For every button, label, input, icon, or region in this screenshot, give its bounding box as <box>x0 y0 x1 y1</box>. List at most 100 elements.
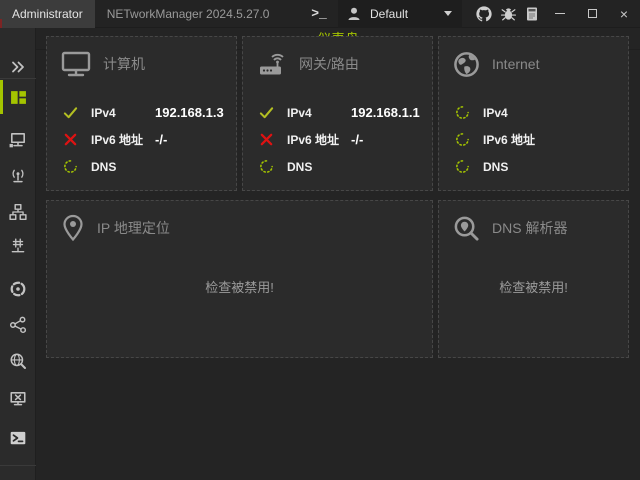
card-computer: 计算机 IPv4 192.168.1.3 IPv6 地址 -/- DNS <box>46 36 237 191</box>
card-dns-resolver: DNS 解析器 检查被禁用! <box>438 200 629 358</box>
status-row-ipv6: IPv6 地址 -/- <box>47 126 236 153</box>
card-internet-header: Internet <box>439 37 628 77</box>
status-row-dns: DNS <box>243 153 432 180</box>
status-row-ipv4: IPv4 <box>439 99 628 126</box>
monitor-cable-icon <box>9 133 25 148</box>
row-label: IPv4 <box>91 105 116 120</box>
release-notes-icon[interactable] <box>520 0 544 28</box>
card-internet-rows: IPv4 IPv6 地址 DNS <box>439 99 628 180</box>
row-label: IPv4 <box>287 105 312 120</box>
card-internet: Internet IPv4 IPv6 地址 DNS <box>438 36 629 191</box>
card-gateway-rows: IPv4 192.168.1.1 IPv6 地址 -/- DNS <box>243 99 432 180</box>
card-ip-geolocation-title: IP 地理定位 <box>97 220 170 236</box>
check-icon <box>63 107 77 119</box>
minimize-button[interactable] <box>544 0 576 28</box>
cross-icon <box>260 133 272 146</box>
sidebar-item-wifi[interactable] <box>0 164 36 188</box>
sidebar-divider-top <box>0 78 36 79</box>
github-icon[interactable] <box>472 0 496 28</box>
map-pin-icon <box>63 214 83 242</box>
sidebar-item-settings[interactable] <box>0 476 36 480</box>
status-row-ipv6: IPv6 地址 <box>439 126 628 153</box>
check-icon <box>259 107 273 119</box>
dashboard-icon <box>10 90 26 104</box>
row-label: DNS <box>287 159 313 174</box>
globe-search-icon <box>10 353 26 369</box>
computer-monitor-icon <box>61 51 91 77</box>
row-value: -/- <box>155 132 168 147</box>
close-button[interactable]: × <box>608 0 640 28</box>
row-label: IPv6 地址 <box>483 133 536 147</box>
row-value: -/- <box>351 132 364 147</box>
status-row-dns: DNS <box>439 153 628 180</box>
network-nodes-icon <box>9 203 27 221</box>
sidebar <box>0 28 36 480</box>
sidebar-item-network-interface[interactable] <box>0 128 36 152</box>
status-row-dns: DNS <box>47 153 236 180</box>
card-dns-resolver-title: DNS 解析器 <box>492 220 568 236</box>
route-nodes-icon <box>9 316 27 334</box>
card-dns-resolver-header: DNS 解析器 <box>439 201 628 241</box>
dns-resolver-disabled-message: 检查被禁用! <box>499 280 568 295</box>
router-icon <box>260 53 284 75</box>
row-value: 192.168.1.3 <box>155 105 224 120</box>
row-label: IPv6 地址 <box>287 133 340 147</box>
row-label: DNS <box>91 159 117 174</box>
powershell-icon <box>10 431 26 445</box>
profile-name: Default <box>370 6 409 21</box>
sidebar-divider-bottom <box>0 465 36 466</box>
radar-icon <box>10 281 26 297</box>
chevrons-right-icon <box>12 61 24 73</box>
main-content: 仪表盘 计算机 IPv4 192.168.1.3 <box>36 28 640 480</box>
minimize-icon <box>555 13 565 14</box>
sidebar-item-port-scanner[interactable] <box>0 235 36 259</box>
card-internet-title: Internet <box>492 56 540 72</box>
profile-person-icon <box>348 7 360 20</box>
admin-badge: Administrator <box>0 0 95 28</box>
remote-desktop-icon <box>10 392 26 406</box>
titlebar-actions: >_ Default × <box>306 0 640 28</box>
status-row-ipv4: IPv4 192.168.1.1 <box>243 99 432 126</box>
sidebar-item-traceroute[interactable] <box>0 313 36 337</box>
app-window: Administrator NETworkManager 2024.5.27.0… <box>0 0 640 480</box>
sidebar-item-dashboard[interactable] <box>0 85 36 109</box>
admin-badge-label: Administrator <box>12 6 83 21</box>
port-hash-icon <box>11 238 25 253</box>
window-title: NETworkManager 2024.5.27.0 <box>106 6 270 21</box>
row-label: IPv6 地址 <box>91 133 144 147</box>
geolocation-disabled-message: 检查被禁用! <box>205 280 274 295</box>
card-ip-geolocation: IP 地理定位 检查被禁用! <box>46 200 433 358</box>
status-row-ipv6: IPv6 地址 -/- <box>243 126 432 153</box>
maximize-button[interactable] <box>576 0 608 28</box>
card-gateway-header: 网关/路由 <box>243 37 432 77</box>
spinner-icon <box>455 133 469 146</box>
spinner-icon <box>259 160 273 173</box>
maximize-icon <box>587 9 597 18</box>
status-row-ipv4: IPv4 192.168.1.3 <box>47 99 236 126</box>
row-label: IPv4 <box>483 105 508 120</box>
sidebar-item-ip-scanner[interactable] <box>0 200 36 224</box>
sidebar-item-powershell[interactable] <box>0 426 36 450</box>
row-value: 192.168.1.1 <box>351 105 420 120</box>
spinner-icon <box>455 106 469 119</box>
magnifier-pin-icon <box>454 216 479 241</box>
antenna-icon <box>12 169 24 183</box>
card-computer-rows: IPv4 192.168.1.3 IPv6 地址 -/- DNS <box>47 99 236 180</box>
sidebar-item-dns-lookup[interactable] <box>0 349 36 373</box>
sidebar-expand-button[interactable] <box>0 55 36 79</box>
profile-dropdown[interactable]: Default <box>338 0 462 28</box>
sidebar-item-remote-desktop[interactable] <box>0 387 36 411</box>
card-ip-geolocation-header: IP 地理定位 <box>47 201 432 242</box>
sidebar-item-ping-monitor[interactable] <box>0 277 36 301</box>
card-computer-title: 计算机 <box>103 56 145 72</box>
card-gateway-title: 网关/路由 <box>299 56 359 72</box>
card-gateway: 网关/路由 IPv4 192.168.1.1 IPv6 地址 -/- DNS <box>242 36 433 191</box>
spinner-icon <box>455 160 469 173</box>
bug-report-icon[interactable] <box>496 0 520 28</box>
row-label: DNS <box>483 159 509 174</box>
close-icon: × <box>619 5 629 22</box>
spinner-icon <box>63 160 77 173</box>
terminal-icon[interactable]: >_ <box>306 0 332 28</box>
cross-icon <box>64 133 76 146</box>
card-computer-header: 计算机 <box>47 37 236 77</box>
